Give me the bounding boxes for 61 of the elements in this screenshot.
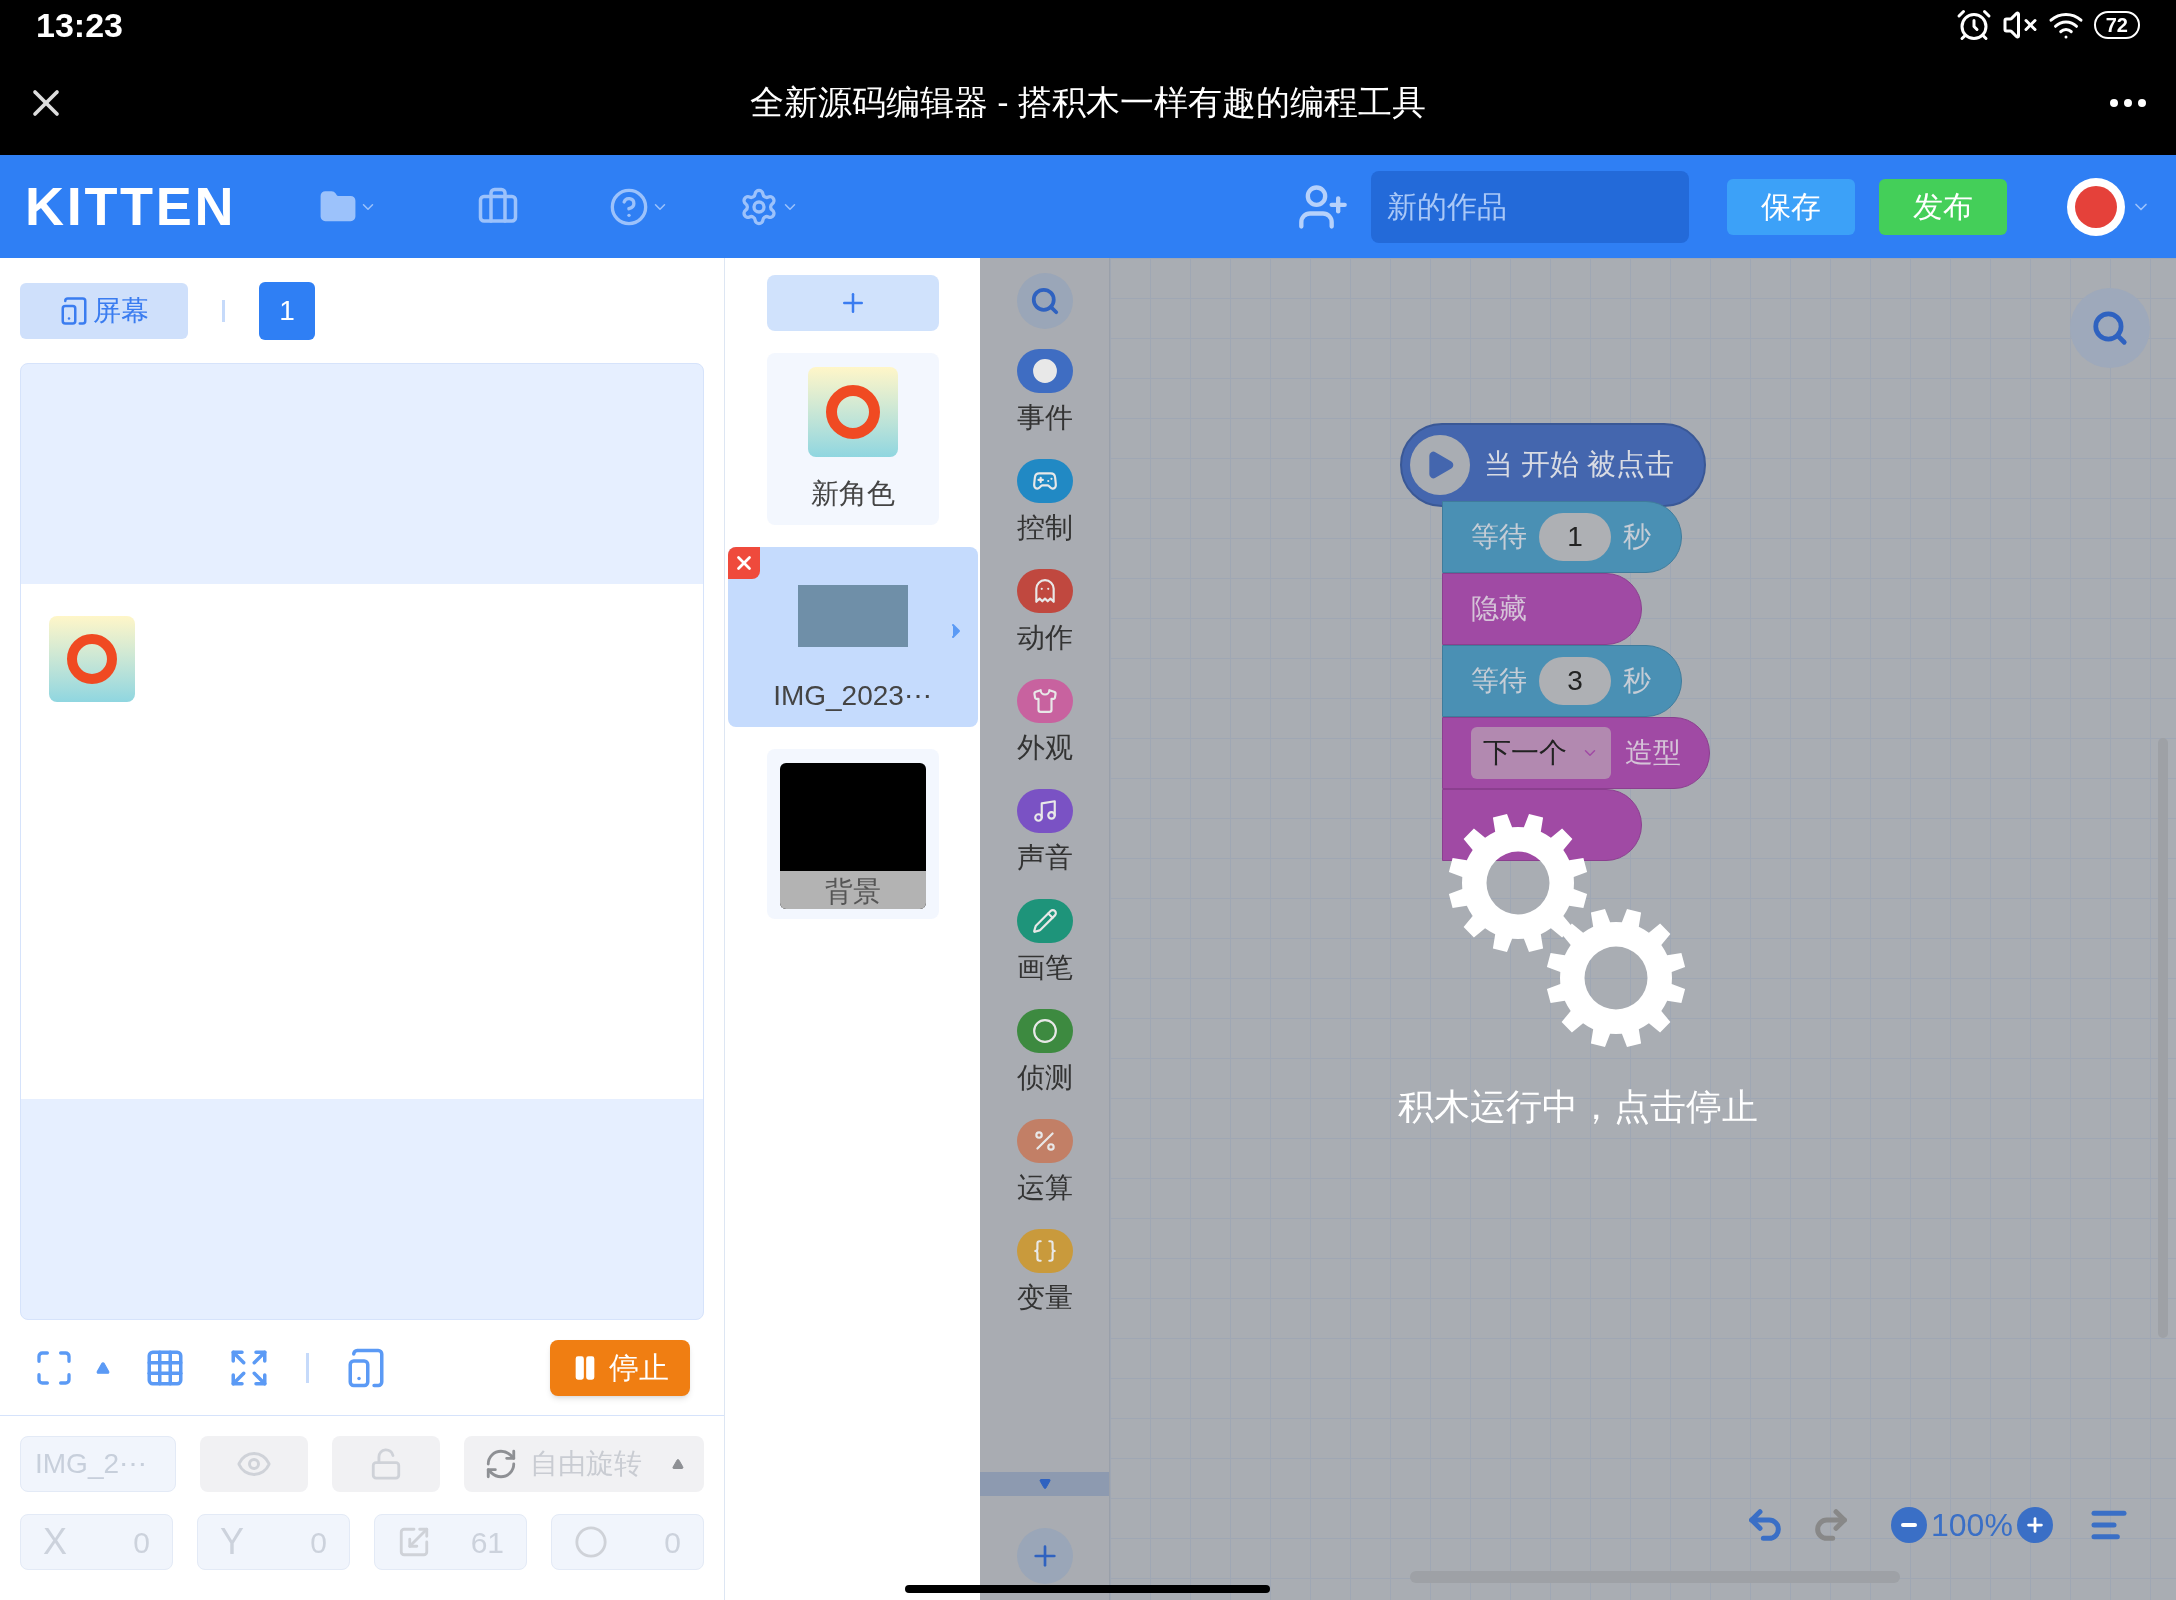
zoom-out-button[interactable] bbox=[1891, 1507, 1927, 1543]
category-label[interactable]: 侦测 bbox=[1016, 1057, 1073, 1099]
pen-category-icon[interactable] bbox=[1016, 899, 1073, 943]
costume-dropdown[interactable]: 下一个 bbox=[1471, 727, 1611, 779]
when-start-clicked-block[interactable]: 当 开始 被点击 bbox=[1400, 423, 1706, 507]
resize-icon bbox=[397, 1525, 431, 1559]
zoom-level: 100% bbox=[1931, 1506, 2013, 1545]
save-button[interactable]: 保存 bbox=[1727, 178, 1855, 235]
category-label[interactable]: 声音 bbox=[1016, 837, 1073, 879]
screen-tab[interactable]: 屏幕 bbox=[20, 282, 188, 339]
costume-block[interactable]: 下一个 造型 bbox=[1442, 717, 1710, 789]
number-input[interactable]: 3 bbox=[1539, 657, 1611, 705]
category-label[interactable]: 外观 bbox=[1016, 727, 1073, 769]
sound-category-icon[interactable] bbox=[1016, 789, 1073, 833]
lock-button[interactable] bbox=[332, 1436, 440, 1492]
event-category-icon[interactable] bbox=[1016, 349, 1073, 393]
play-icon bbox=[1410, 435, 1470, 495]
play-preview-icon[interactable] bbox=[345, 1346, 387, 1389]
variable-category-icon[interactable] bbox=[1016, 1229, 1073, 1273]
minus-icon bbox=[1901, 1523, 1917, 1527]
delete-icon[interactable] bbox=[727, 547, 760, 579]
visibility-button[interactable] bbox=[200, 1436, 308, 1492]
scroll-down-bar[interactable] bbox=[980, 1472, 1109, 1496]
wait-block[interactable]: 等待 3 秒 bbox=[1442, 645, 1682, 717]
unlock-icon bbox=[369, 1447, 403, 1481]
rotate-icon bbox=[484, 1447, 518, 1481]
category-label[interactable]: 事件 bbox=[1016, 397, 1073, 439]
category-label[interactable]: 画笔 bbox=[1016, 947, 1073, 989]
looks-block[interactable]: 隐藏 bbox=[1442, 573, 1642, 645]
alarm-icon bbox=[1955, 7, 1992, 43]
status-bar: 13:23 72 bbox=[0, 0, 2176, 50]
direction-icon bbox=[574, 1525, 608, 1559]
category-label[interactable]: 变量 bbox=[1016, 1277, 1073, 1319]
category-label[interactable]: 控制 bbox=[1016, 507, 1073, 549]
sprite-card[interactable]: IMG_2023⋯ bbox=[727, 547, 978, 727]
stop-button[interactable]: 停止 bbox=[550, 1339, 690, 1396]
title-bar: 全新源码编辑器 - 搭积木一样有趣的编程工具 bbox=[0, 50, 2176, 155]
caret-icon[interactable] bbox=[96, 1360, 110, 1375]
avatar[interactable] bbox=[2067, 177, 2125, 236]
logo: KITTEN bbox=[25, 175, 237, 238]
action-category-icon[interactable] bbox=[1016, 569, 1073, 613]
screen-number-button[interactable]: 1 bbox=[259, 281, 315, 340]
project-name-field[interactable]: 新的作品 bbox=[1371, 170, 1689, 243]
screen-icon bbox=[59, 295, 89, 326]
battery-indicator: 72 bbox=[2093, 11, 2140, 39]
control-category-icon[interactable] bbox=[1016, 459, 1073, 503]
number-input[interactable]: 1 bbox=[1539, 513, 1611, 561]
sprite-card[interactable]: 背景 bbox=[766, 749, 939, 919]
looks-category-icon[interactable] bbox=[1016, 679, 1073, 723]
sensing-category-icon[interactable] bbox=[1016, 1009, 1073, 1053]
operator-category-icon[interactable] bbox=[1016, 1119, 1073, 1163]
search-icon bbox=[2091, 309, 2129, 347]
background-thumbnail: 背景 bbox=[779, 763, 926, 909]
caret-icon bbox=[1038, 1478, 1051, 1490]
help-icon[interactable] bbox=[609, 186, 650, 227]
caret-icon bbox=[672, 1458, 684, 1470]
sprite-card[interactable]: 新角色 bbox=[766, 353, 939, 525]
category-label[interactable]: 运算 bbox=[1016, 1167, 1073, 1209]
wait-block[interactable]: 等待 1 秒 bbox=[1442, 501, 1682, 573]
zoom-in-button[interactable] bbox=[2016, 1507, 2053, 1543]
category-label[interactable]: 动作 bbox=[1016, 617, 1073, 659]
